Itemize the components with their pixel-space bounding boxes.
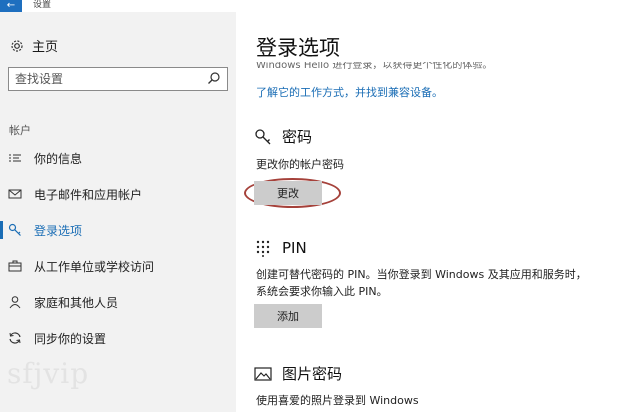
pin-description: 创建可替代密码的 PIN。当你登录到 Windows 及其应用和服务时， 系统会… [256, 266, 606, 300]
password-section-heading: 密码 [254, 126, 312, 147]
pin-description-line1: 创建可替代密码的 PIN。当你登录到 Windows 及其应用和服务时， [256, 268, 587, 281]
sidebar-item-label: 登录选项 [34, 223, 83, 238]
mail-icon [8, 187, 22, 201]
sidebar-item-label: 同步你的设置 [34, 331, 107, 346]
sidebar-item-label: 家庭和其他人员 [34, 295, 119, 310]
picture-icon [254, 365, 272, 383]
main-content: 登录选项 Windows Hello 进行登录，以获得更个性化的体验。 了解它的… [236, 12, 620, 412]
home-label: 主页 [32, 40, 59, 55]
pin-description-line2: 系统会要求你输入此 PIN。 [256, 285, 388, 298]
picture-password-heading: 图片密码 [282, 365, 343, 383]
keypad-icon [254, 239, 272, 257]
gear-icon [10, 39, 24, 53]
sidebar-item-sign-in-options[interactable]: 登录选项 [0, 215, 236, 245]
key-icon [8, 223, 22, 237]
contact-card-icon [8, 151, 22, 165]
title-bar: ← 设置 [0, 0, 620, 12]
password-heading: 密码 [282, 128, 313, 146]
sidebar-item-your-info[interactable]: 你的信息 [0, 143, 236, 173]
add-pin-button[interactable]: 添加 [254, 304, 322, 328]
pin-section-heading: PIN [254, 239, 307, 257]
person-icon [8, 295, 22, 309]
briefcase-icon [8, 259, 22, 273]
picture-password-description: 使用喜爱的照片登录到 Windows [256, 394, 419, 407]
sync-icon [8, 331, 22, 345]
search-input[interactable] [9, 68, 199, 90]
sidebar-item-label: 从工作单位或学校访问 [34, 259, 155, 274]
sidebar-item-sync[interactable]: 同步你的设置 [0, 323, 236, 353]
window-title: 设置 [33, 0, 52, 10]
sidebar-item-label: 电子邮件和应用帐户 [34, 187, 143, 202]
change-password-button[interactable]: 更改 [254, 181, 322, 205]
sidebar-item-label: 你的信息 [34, 151, 83, 166]
sidebar-item-family[interactable]: 家庭和其他人员 [0, 287, 236, 317]
sidebar-item-work-school[interactable]: 从工作单位或学校访问 [0, 251, 236, 281]
section-label-accounts: 帐户 [9, 124, 31, 137]
key-icon [254, 128, 272, 146]
home-nav-item[interactable]: 主页 [10, 36, 58, 55]
back-button[interactable]: ← [0, 0, 22, 12]
password-description: 更改你的帐户密码 [256, 158, 344, 171]
page-title: 登录选项 [256, 36, 340, 60]
compatible-devices-link[interactable]: 了解它的工作方式，并找到兼容设备。 [256, 84, 443, 100]
sidebar-item-email-accounts[interactable]: 电子邮件和应用帐户 [0, 179, 236, 209]
sidebar: 主页 帐户 你的信息 电子邮件和应用帐户 登录选项 从工作单位或学校访问 [0, 12, 236, 412]
watermark: sfjvip [7, 357, 90, 390]
active-indicator [0, 221, 3, 239]
pin-heading: PIN [282, 239, 307, 257]
search-icon[interactable] [207, 71, 221, 85]
picture-password-section-heading: 图片密码 [254, 363, 342, 384]
search-box[interactable] [8, 67, 228, 91]
